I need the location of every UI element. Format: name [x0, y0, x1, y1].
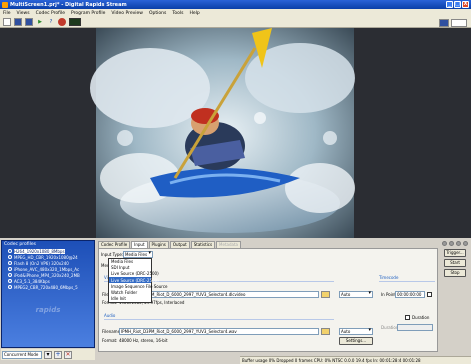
status-indicators	[442, 241, 468, 246]
menu-views[interactable]: Views	[17, 11, 30, 16]
record-icon[interactable]	[58, 18, 66, 26]
audio-group-divider	[104, 319, 334, 320]
menu-program-profile[interactable]: Program Profile	[71, 11, 105, 16]
app-icon	[2, 1, 8, 8]
monitor-icon[interactable]	[439, 19, 449, 27]
input-type-dropdown: Media Files SDI Input Live Source (DRC-2…	[108, 258, 168, 303]
menu-tools[interactable]: Tools	[172, 11, 183, 16]
menu-codec-profile[interactable]: Codec Profile	[36, 11, 65, 16]
duration-checkbox[interactable]	[405, 315, 410, 320]
audio-auto-select[interactable]: Auto	[339, 328, 373, 335]
dropdown-option[interactable]: Live Source (DRC-2500)	[109, 271, 159, 277]
input-type-select[interactable]: Media Files	[123, 251, 153, 258]
audio-browse-folder-icon[interactable]	[321, 328, 330, 335]
remove-profile-button[interactable]: ✕	[64, 350, 72, 359]
codec-profile-label: MPEG_HD_CBR_1920x1080@24	[14, 254, 78, 260]
start-button[interactable]: Start	[444, 259, 466, 267]
rapids-watermark: rapids	[35, 306, 61, 314]
grid-icon[interactable]	[25, 18, 33, 26]
tab-statistics[interactable]: Statistics	[190, 241, 216, 248]
window-title: MultiScreen1.prj* - Digital Rapids Strea…	[10, 1, 127, 8]
in-point-field[interactable]: 00:00:00:00	[395, 291, 425, 298]
timecode-group-divider	[379, 281, 435, 282]
input-type-label: Input Type:	[101, 252, 124, 257]
indicator-icon	[442, 241, 447, 246]
dropdown-option[interactable]: Idle Init	[109, 296, 151, 302]
audio-settings-button[interactable]: Settings...	[339, 337, 373, 345]
dropdown-option[interactable]: Image Sequence File Source	[109, 283, 168, 289]
codec-profile-item[interactable]: MPEG2_CBR_720x480_6Mbps_5	[2, 284, 94, 290]
close-button[interactable]: X	[462, 1, 469, 8]
codec-profile-label: AC3_5.1_384Kbps	[14, 278, 50, 284]
mode-select[interactable]: Concurrent Mode	[2, 350, 42, 359]
indicator-icon	[456, 241, 461, 246]
profile-icon	[8, 285, 12, 289]
indicator-icon	[463, 241, 468, 246]
audio-format-value: 48000 Hz, stereo, 16-bit	[119, 338, 168, 343]
new-icon[interactable]	[3, 18, 11, 26]
toolbar-right	[439, 19, 467, 27]
tab-input[interactable]: Input	[131, 241, 148, 248]
menu-bar: File Views Codec Profile Program Profile…	[0, 9, 471, 17]
kayak-preview-image	[0, 28, 471, 238]
audio-format-label: Format:	[102, 338, 118, 343]
codec-profile-label: H264_1920x1080_8Mbps	[14, 248, 65, 254]
layout-icon[interactable]	[451, 19, 467, 27]
codec-profiles-title: Codec profiles	[4, 242, 36, 247]
menu-file[interactable]: File	[3, 11, 11, 16]
indicator-icon	[449, 241, 454, 246]
menu-video-preview[interactable]: Video Preview	[111, 11, 143, 16]
minimize-button[interactable]: _	[446, 1, 453, 8]
in-point-checkbox[interactable]	[427, 292, 432, 297]
profile-icon	[8, 273, 12, 277]
window-controls: _ □ X	[446, 1, 469, 8]
settings-tabs: Codec Profile Input Plugins Output Stati…	[98, 241, 241, 248]
trigger-button[interactable]: Trigger...	[444, 249, 466, 257]
dropdown-option-highlighted[interactable]: Live Source (DRC-2500)	[109, 277, 159, 284]
duration-check-label: Duration	[412, 315, 430, 320]
video-browse-folder-icon[interactable]	[321, 291, 330, 298]
window-titlebar: MultiScreen1.prj* - Digital Rapids Strea…	[0, 0, 471, 9]
tab-output[interactable]: Output	[169, 241, 190, 248]
profile-icon	[8, 255, 12, 259]
audio-group-title: Audio	[104, 313, 116, 318]
profile-icon	[8, 279, 12, 283]
profile-icon	[8, 249, 12, 253]
codec-profile-label: iPhone_AVC_480x320_1Mbps_Ac	[14, 266, 80, 272]
menu-help[interactable]: Help	[189, 11, 199, 16]
maximize-button[interactable]: □	[454, 1, 461, 8]
duration-field	[397, 324, 433, 331]
tab-codec-profile[interactable]: Codec Profile	[98, 241, 131, 248]
menu-options[interactable]: Options	[149, 11, 166, 16]
codec-profile-label: iPod&iPhone_MP4_320x240_2MB	[14, 272, 80, 278]
save-icon[interactable]	[14, 18, 22, 26]
codec-profile-label: Flash 8 (On2 VP6) 320x240	[14, 260, 69, 266]
codec-profiles-panel: Codec profiles H264_1920x1080_8Mbps MPEG…	[1, 240, 95, 348]
add-profile-button[interactable]: +	[54, 350, 62, 359]
tab-metadata: Metadata	[216, 241, 241, 248]
level-meter-icon	[69, 18, 81, 26]
timecode-group-title: Timecode	[379, 275, 399, 280]
mode-bar: Concurrent Mode ▾ + ✕	[1, 349, 95, 360]
status-bar: Buffer usage 0% Dropped 0 frames CPU: 0%…	[240, 356, 471, 364]
video-preview	[0, 28, 471, 238]
mode-dropdown-icon[interactable]: ▾	[44, 350, 52, 359]
profile-icon	[8, 261, 12, 265]
play-icon[interactable]: ▶	[36, 18, 44, 26]
video-auto-select[interactable]: Auto	[339, 291, 373, 298]
codec-profile-label: MPEG2_CBR_720x480_6Mbps_5	[14, 284, 78, 290]
audio-filename-field[interactable]: IPMH_Riot_D3PM_Riot_D_6000_2997_YUV3_Sel…	[119, 328, 319, 335]
profile-icon	[8, 267, 12, 271]
toolbar: ▶ ?	[0, 17, 471, 28]
tab-plugins[interactable]: Plugins	[148, 241, 169, 248]
stop-button[interactable]: Stop	[444, 269, 466, 277]
help-icon[interactable]: ?	[47, 18, 55, 26]
